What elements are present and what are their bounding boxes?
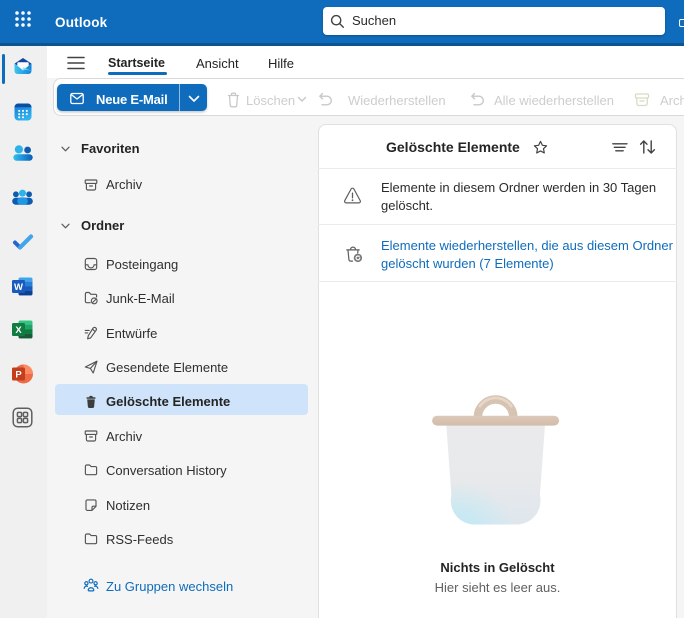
svg-text:W: W	[14, 282, 23, 293]
svg-text:P: P	[15, 370, 22, 381]
svg-text:X: X	[15, 325, 22, 336]
